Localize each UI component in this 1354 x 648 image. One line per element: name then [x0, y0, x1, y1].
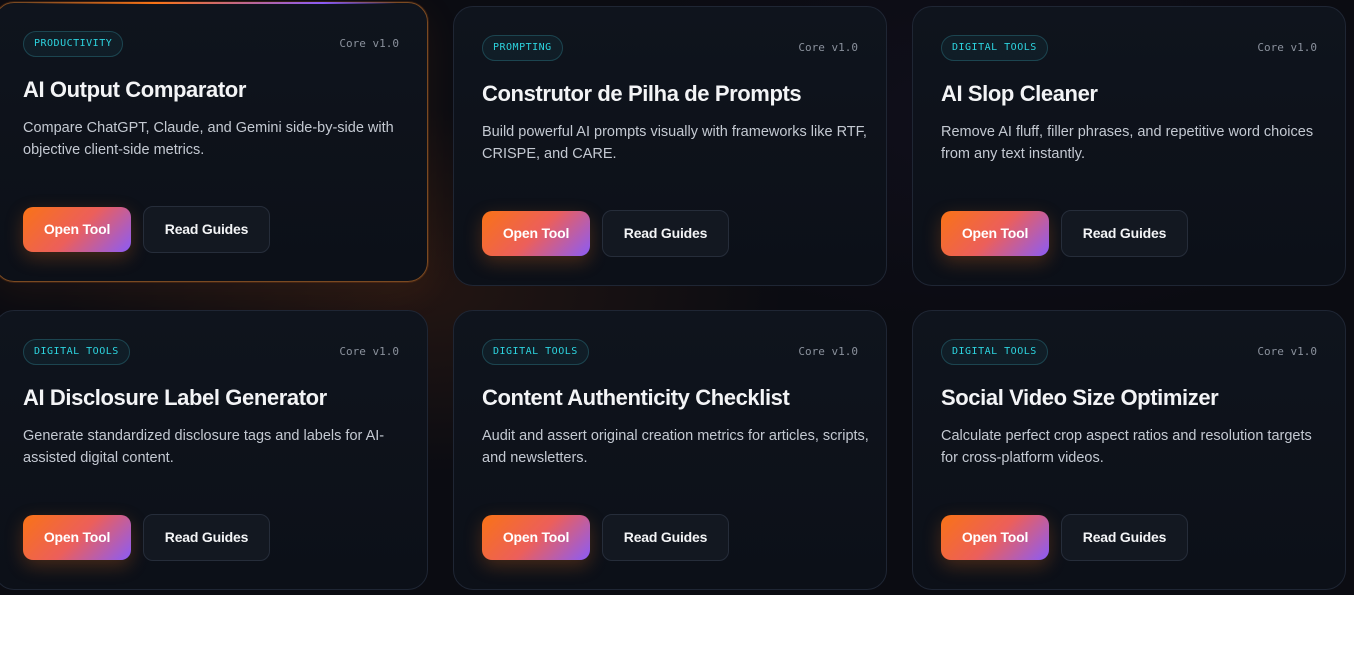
tool-card: DIGITAL TOOLS Core v1.0 AI Disclosure La…	[0, 310, 428, 590]
tool-title: AI Disclosure Label Generator	[23, 385, 327, 410]
read-guides-button[interactable]: Read Guides	[602, 514, 729, 561]
tool-card: DIGITAL TOOLS Core v1.0 AI Slop Cleaner …	[912, 6, 1346, 286]
tool-title: AI Output Comparator	[23, 77, 246, 102]
version-label: Core v1.0	[798, 345, 858, 358]
open-tool-button[interactable]: Open Tool	[482, 211, 590, 256]
read-guides-button[interactable]: Read Guides	[602, 210, 729, 257]
version-label: Core v1.0	[339, 345, 399, 358]
tools-grid: PRODUCTIVITY Core v1.0 AI Output Compara…	[0, 0, 1354, 595]
category-badge: PRODUCTIVITY	[23, 31, 124, 57]
open-tool-button[interactable]: Open Tool	[482, 515, 590, 560]
read-guides-button[interactable]: Read Guides	[143, 206, 270, 253]
tool-card: DIGITAL TOOLS Core v1.0 Content Authenti…	[453, 310, 887, 590]
open-tool-button[interactable]: Open Tool	[23, 207, 131, 252]
version-label: Core v1.0	[339, 37, 399, 50]
category-badge: DIGITAL TOOLS	[941, 339, 1048, 365]
tool-title: Construtor de Pilha de Prompts	[482, 81, 802, 106]
open-tool-button[interactable]: Open Tool	[941, 515, 1049, 560]
version-label: Core v1.0	[1257, 41, 1317, 54]
category-badge: DIGITAL TOOLS	[23, 339, 130, 365]
tool-card: PROMPTING Core v1.0 Construtor de Pilha …	[453, 6, 887, 286]
tool-description: Calculate perfect crop aspect ratios and…	[941, 428, 1312, 466]
tool-card: DIGITAL TOOLS Core v1.0 Social Video Siz…	[912, 310, 1346, 590]
category-badge: PROMPTING	[482, 35, 563, 61]
tool-title: AI Slop Cleaner	[941, 81, 1098, 106]
version-label: Core v1.0	[1257, 345, 1317, 358]
tool-title: Social Video Size Optimizer	[941, 385, 1219, 410]
version-label: Core v1.0	[798, 41, 858, 54]
open-tool-button[interactable]: Open Tool	[23, 515, 131, 560]
read-guides-button[interactable]: Read Guides	[1061, 210, 1188, 257]
tool-card: PRODUCTIVITY Core v1.0 AI Output Compara…	[0, 2, 428, 282]
tool-description: Remove AI fluff, filler phrases, and rep…	[941, 124, 1314, 162]
category-badge: DIGITAL TOOLS	[482, 339, 589, 365]
category-badge: DIGITAL TOOLS	[941, 35, 1048, 61]
read-guides-button[interactable]: Read Guides	[143, 514, 270, 561]
tool-description: Compare ChatGPT, Claude, and Gemini side…	[23, 120, 394, 158]
tool-description: Generate standardized disclosure tags an…	[23, 428, 385, 466]
tool-title: Content Authenticity Checklist	[482, 385, 790, 410]
read-guides-button[interactable]: Read Guides	[1061, 514, 1188, 561]
tool-description: Build powerful AI prompts visually with …	[482, 124, 867, 162]
tool-description: Audit and assert original creation metri…	[482, 428, 869, 466]
open-tool-button[interactable]: Open Tool	[941, 211, 1049, 256]
